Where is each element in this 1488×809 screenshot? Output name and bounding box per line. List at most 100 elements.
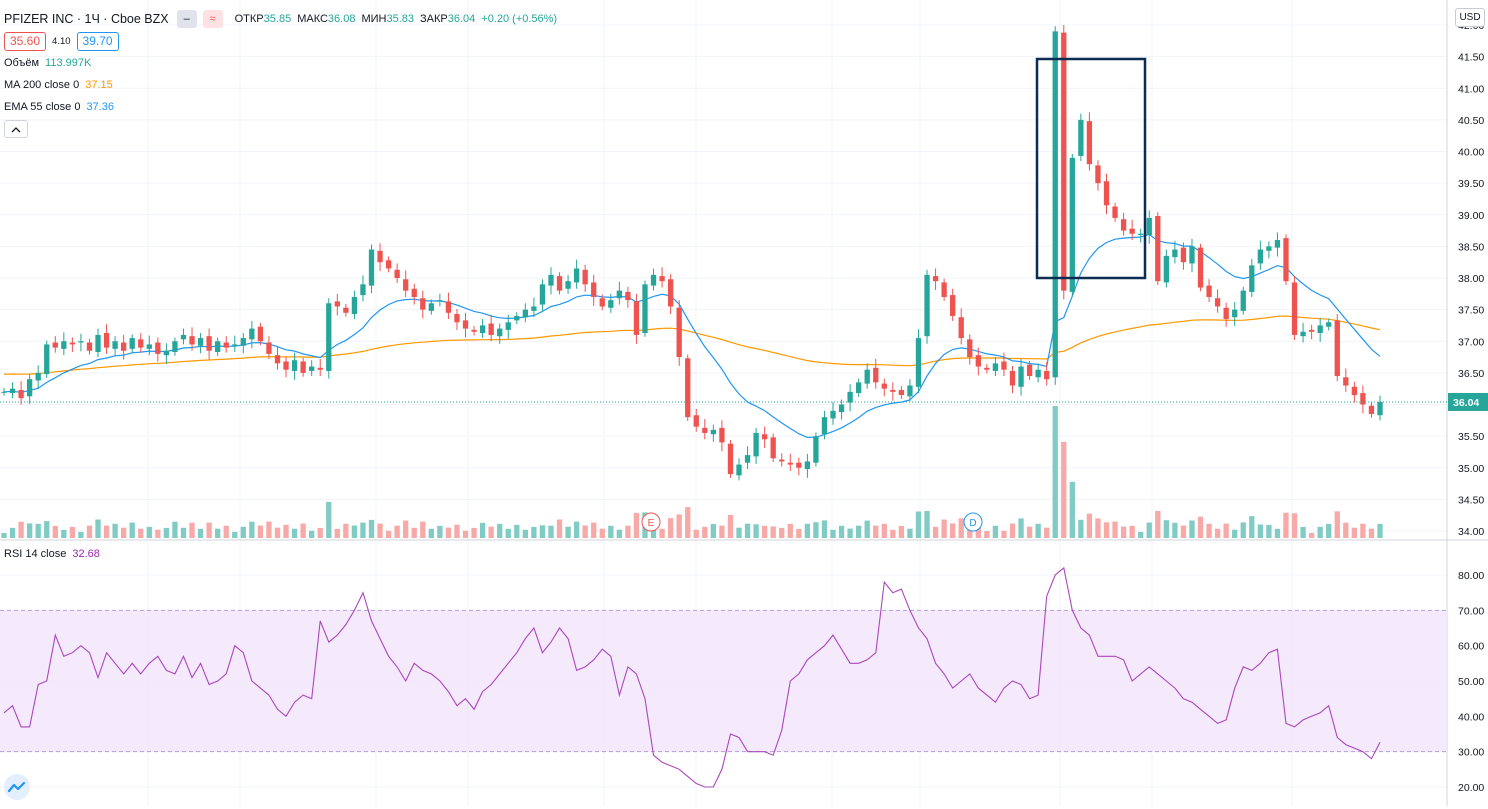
price-tick-label: 37.00 (1458, 336, 1484, 348)
candle-body (915, 338, 922, 387)
rsi-tick-label: 70.00 (1458, 605, 1484, 617)
volume-bar (761, 525, 768, 538)
candle-body (616, 290, 623, 299)
close-label: ЗАКР (420, 13, 448, 25)
ema55-legend[interactable]: EMA 55 close 0 37.36 (4, 96, 563, 118)
candle-body (317, 367, 323, 370)
price-tick-label: 35.00 (1458, 463, 1484, 475)
volume-bar (420, 521, 426, 538)
volume-legend[interactable]: Объём 113.997K (4, 52, 563, 74)
event-marker-label: D (969, 518, 976, 529)
candle-body (1368, 405, 1375, 414)
candle-body (283, 361, 289, 370)
candle-body (924, 274, 930, 337)
volume-bar (565, 526, 571, 538)
volume-bar (1214, 528, 1221, 538)
volume-bar (753, 524, 759, 538)
candle-body (992, 363, 999, 371)
candle-body (565, 281, 571, 289)
candle-body (488, 323, 494, 335)
volume-bar (1240, 522, 1246, 538)
last-price-tag-label: 36.04 (1453, 397, 1479, 409)
candle-body (761, 434, 768, 440)
candle-body (727, 443, 734, 475)
volume-bar (1163, 520, 1169, 538)
ma200-legend[interactable]: MA 200 close 0 37.15 (4, 74, 563, 96)
candle-body (385, 260, 392, 269)
volume-bar (103, 525, 110, 538)
candle-body (898, 389, 905, 396)
volume-bar (522, 529, 528, 538)
candle-body (351, 296, 358, 315)
symbol-row: PFIZER INC · 1Ч · Cboe BZX – ≈ ОТКР 35.8… (4, 8, 563, 30)
candle-body (420, 298, 426, 310)
volume-bar (1377, 523, 1383, 538)
candle-body (78, 341, 84, 343)
volume-bar (274, 527, 281, 538)
volume-bar (1112, 521, 1118, 538)
open-label: ОТКР (234, 13, 264, 25)
candle-body (403, 279, 409, 291)
candle-body (180, 334, 187, 340)
volume-bar (727, 515, 734, 538)
volume-bar (1155, 511, 1161, 538)
ema55-line (3, 233, 1381, 439)
candle-body (821, 417, 828, 435)
candle-body (787, 462, 793, 465)
volume-bar (813, 522, 819, 538)
volume-bar (240, 526, 246, 538)
volume-bar (881, 523, 887, 538)
candle-body (291, 360, 298, 371)
candle-body (941, 282, 947, 297)
candle-body (1360, 393, 1366, 405)
volume-bar (1018, 518, 1024, 538)
candle-body (1232, 309, 1238, 318)
wave-icon[interactable]: ≈ (202, 10, 223, 28)
buy-button[interactable]: 39.70 (76, 31, 119, 51)
volume-bar (326, 501, 332, 538)
chevron-up-icon[interactable] (4, 120, 28, 138)
sell-button[interactable]: 35.60 (4, 31, 47, 51)
volume-bar (334, 528, 340, 538)
volume-bar (1300, 526, 1306, 538)
volume-bar (1086, 513, 1093, 538)
candle-body (719, 427, 725, 443)
candle-body (676, 307, 682, 358)
volume-bar (1052, 406, 1058, 538)
compare-icon[interactable]: – (176, 10, 197, 28)
price-tick-label: 39.50 (1458, 178, 1484, 190)
candle-body (650, 274, 657, 286)
volume-bar (249, 521, 255, 538)
ma200-label: MA 200 close 0 (4, 79, 80, 91)
price-tick-label: 41.50 (1458, 52, 1484, 64)
candle-body (693, 415, 699, 427)
volume-bar (454, 524, 460, 538)
volume-bar (180, 527, 187, 538)
volume-bar (1326, 523, 1332, 538)
candle-body (608, 300, 614, 308)
volume-bars (1, 406, 1383, 538)
price-axis[interactable]: 34.0034.5035.0035.5036.0036.5037.0037.50… (1448, 20, 1488, 794)
volume-bar (317, 527, 323, 538)
tradingview-logo-icon[interactable] (4, 774, 30, 800)
currency-button[interactable]: USD (1455, 8, 1485, 27)
rsi-legend[interactable]: RSI 14 close 32.68 (4, 545, 100, 563)
volume-bar (1103, 522, 1110, 538)
open-value: 35.85 (263, 13, 292, 25)
candle-body (189, 336, 195, 345)
volume-bar (146, 526, 152, 538)
volume-bar (779, 527, 785, 538)
volume-bar (838, 525, 845, 538)
candle-body (129, 338, 135, 349)
volume-bar (1, 533, 7, 538)
symbol-title[interactable]: PFIZER INC · 1Ч · Cboe BZX (4, 12, 169, 26)
volume-bar (368, 519, 375, 538)
price-tick-label: 36.50 (1458, 368, 1484, 380)
volume-bar (9, 527, 16, 538)
volume-bar (172, 521, 178, 538)
volume-bar (1351, 527, 1358, 538)
volume-bar (1283, 512, 1289, 538)
volume-bar (78, 531, 84, 538)
volume-bar (479, 522, 486, 538)
candle-body (984, 367, 990, 370)
